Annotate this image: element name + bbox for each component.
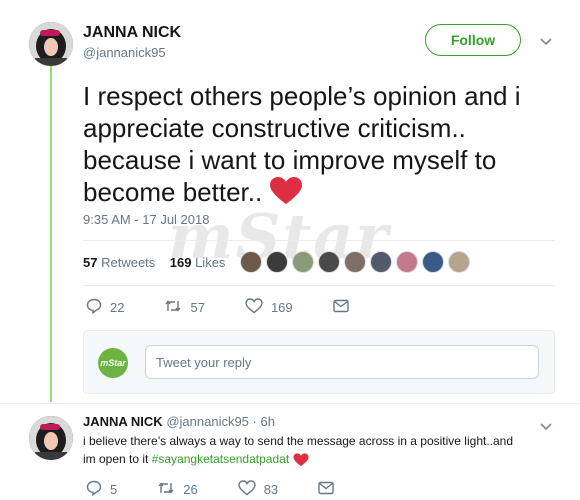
liker-avatar[interactable] xyxy=(318,251,340,273)
like-icon xyxy=(245,298,271,317)
like-action[interactable]: 169 xyxy=(245,298,293,317)
liker-avatars xyxy=(240,251,474,273)
likes-stat[interactable]: 169 Likes xyxy=(170,255,226,270)
tweet-timestamp[interactable]: 9:35 AM - 17 Jul 2018 xyxy=(83,212,209,227)
reply-icon xyxy=(86,298,110,317)
reply-input[interactable] xyxy=(145,345,539,379)
direct-message-action[interactable] xyxy=(318,481,342,498)
reply-time[interactable]: · 6h xyxy=(253,414,275,429)
like-count: 83 xyxy=(263,482,279,497)
tweet-stats: 57 Retweets 169 Likes xyxy=(83,255,225,270)
hashtag-link[interactable]: #sayangketatsendatpadat xyxy=(152,452,289,466)
reply-action[interactable]: 22 xyxy=(86,298,124,317)
liker-avatar[interactable] xyxy=(370,251,392,273)
liker-avatar[interactable] xyxy=(448,251,470,273)
thread-line xyxy=(50,62,52,402)
mail-icon xyxy=(318,481,342,498)
divider xyxy=(83,285,555,286)
author-handle[interactable]: @jannanick95 xyxy=(83,45,166,60)
liker-avatar[interactable] xyxy=(344,251,366,273)
divider xyxy=(0,403,580,404)
retweet-action[interactable]: 26 xyxy=(157,480,198,499)
divider xyxy=(83,240,555,241)
direct-message-action[interactable] xyxy=(332,299,357,316)
liker-avatar[interactable] xyxy=(266,251,288,273)
reply-count: 5 xyxy=(110,482,118,497)
author-avatar[interactable] xyxy=(29,22,73,66)
retweet-icon xyxy=(164,298,190,317)
reply-header: JANNA NICK @jannanick95 · 6h xyxy=(83,414,275,429)
like-count: 169 xyxy=(270,300,293,315)
liker-avatar[interactable] xyxy=(422,251,444,273)
reply-text-line: im open to it #sayangketatsendatpadat xyxy=(83,450,553,472)
reply-icon xyxy=(86,480,110,499)
follow-button[interactable]: Follow xyxy=(425,24,521,56)
retweet-action[interactable]: 57 xyxy=(164,298,205,317)
reply-author-name[interactable]: JANNA NICK xyxy=(83,414,163,429)
retweet-count: 57 xyxy=(190,300,205,315)
retweet-count: 26 xyxy=(183,482,198,497)
reply-author-handle[interactable]: @jannanick95 xyxy=(166,414,249,429)
retweets-stat[interactable]: 57 Retweets xyxy=(83,255,155,270)
liker-avatar[interactable] xyxy=(396,251,418,273)
mail-icon xyxy=(332,299,357,316)
liker-avatar[interactable] xyxy=(292,251,314,273)
user-avatar: mStar xyxy=(98,348,128,378)
tweet-text: I respect others people’s opinion and i … xyxy=(83,80,543,212)
reply-count: 22 xyxy=(110,300,125,315)
tweet-actions: 22 57 169 xyxy=(86,298,397,317)
reply-actions: 5 26 83 xyxy=(86,480,382,499)
reply-text-line: i believe there’s always a way to send t… xyxy=(83,434,514,448)
reply-author-avatar[interactable] xyxy=(29,416,73,460)
heart-emoji-icon xyxy=(269,177,303,212)
like-action[interactable]: 83 xyxy=(238,480,278,499)
author-name[interactable]: JANNA NICK xyxy=(83,24,181,42)
heart-emoji-icon xyxy=(292,453,309,472)
reply-text: i believe there’s always a way to send t… xyxy=(83,432,553,472)
chevron-down-icon[interactable] xyxy=(540,33,552,49)
liker-avatar[interactable] xyxy=(240,251,262,273)
like-icon xyxy=(238,480,264,499)
reply-action[interactable]: 5 xyxy=(86,480,117,499)
retweet-icon xyxy=(157,480,183,499)
